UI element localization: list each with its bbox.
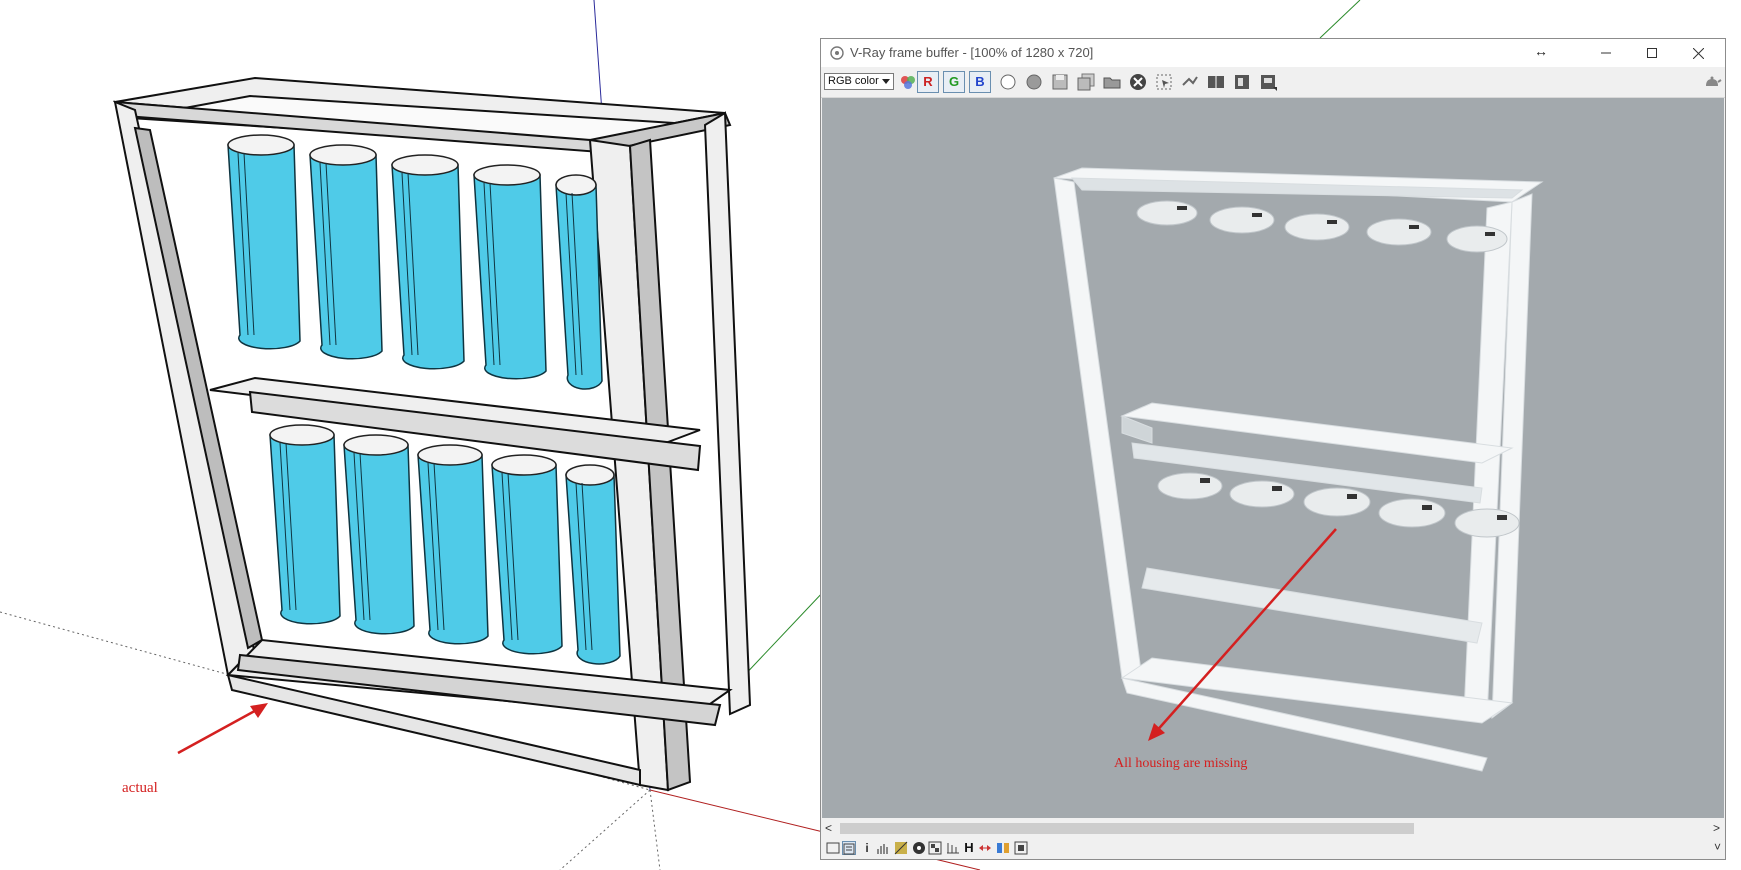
display-button[interactable]	[826, 841, 840, 855]
srgb-icon	[913, 842, 925, 854]
curves-icon	[979, 845, 991, 851]
vfb-toolbar: RGB color R G B	[821, 67, 1725, 98]
open-icon	[1103, 77, 1121, 89]
stamp-icon	[843, 843, 855, 855]
region-render-icon	[1156, 74, 1172, 90]
filter-cylinder	[555, 174, 603, 390]
channel-select[interactable]: RGB color	[824, 73, 894, 90]
hue-button[interactable]: H	[962, 841, 976, 855]
clear-button[interactable]	[1127, 71, 1149, 93]
histogram-button[interactable]	[876, 841, 890, 855]
maximize-button[interactable]	[1629, 39, 1675, 67]
filter-cylinder	[473, 164, 547, 380]
filter-cylinder	[565, 464, 621, 665]
chevron-down-icon	[882, 79, 890, 84]
actual-arrowhead	[250, 703, 268, 718]
save-button[interactable]	[1049, 71, 1071, 93]
missing-arrow	[1153, 528, 1337, 735]
save-all-icon	[1077, 73, 1095, 91]
filter-cylinder	[269, 424, 341, 625]
levels-button[interactable]	[946, 841, 960, 855]
scrollbar-thumb[interactable]	[840, 823, 1414, 834]
close-button[interactable]	[1675, 39, 1721, 67]
color-correction-icon	[901, 76, 915, 89]
srgb-button[interactable]	[912, 841, 926, 855]
horizontal-scrollbar[interactable]: < >	[822, 820, 1724, 837]
blue-axis-negative	[649, 789, 661, 870]
missing-label: All housing are missing	[1114, 756, 1248, 771]
render-button[interactable]	[1701, 71, 1723, 93]
filter-cylinder	[391, 154, 465, 370]
info-icon: i	[865, 841, 869, 855]
title-bar[interactable]: V-Ray frame buffer - [100% of 1280 x 720…	[821, 39, 1725, 67]
info-button[interactable]: i	[860, 841, 874, 855]
filter-cylinder	[343, 434, 415, 635]
scroll-left-arrow[interactable]: <	[825, 821, 832, 835]
actual-label: actual	[122, 780, 158, 796]
bottom-toolbar: i H ˅	[821, 838, 1725, 859]
histogram-icon	[877, 844, 888, 854]
link-to-viewport-button[interactable]	[1179, 71, 1201, 93]
red-channel-button[interactable]: R	[917, 71, 939, 93]
maximize-icon	[1647, 48, 1657, 58]
lens-effects-button[interactable]	[1257, 71, 1279, 93]
filter-cylinder	[309, 144, 383, 360]
compare-ab-icon	[1208, 76, 1224, 88]
stamp-button[interactable]	[842, 841, 856, 855]
curves-button[interactable]	[978, 841, 992, 855]
green-axis	[739, 589, 826, 681]
link-to-viewport-icon	[1182, 76, 1198, 86]
filter-cylinder	[417, 444, 489, 645]
exposure-icon	[928, 841, 942, 855]
vray-app-icon	[830, 46, 844, 60]
minimize-icon	[1601, 52, 1611, 54]
channel-select-value: RGB color	[828, 75, 879, 87]
region-render-button[interactable]	[1153, 71, 1175, 93]
pixel-button[interactable]	[996, 841, 1010, 855]
vray-frame-buffer-window[interactable]: V-Ray frame buffer - [100% of 1280 x 720…	[820, 38, 1726, 860]
minimize-button[interactable]	[1583, 39, 1629, 67]
filter-cylinder	[491, 454, 563, 655]
rendered-frame-image	[1053, 167, 1544, 772]
lens-effects-icon	[1261, 75, 1277, 91]
resize-cursor-icon: ↔	[1534, 43, 1548, 59]
settings-icon	[1014, 841, 1028, 855]
filter-cylinder	[227, 134, 301, 350]
open-button[interactable]	[1101, 71, 1123, 93]
save-icon	[1052, 74, 1068, 90]
track-mouse-button[interactable]	[997, 71, 1019, 93]
render-viewport[interactable]: All housing are missing	[822, 98, 1724, 818]
close-icon	[1692, 47, 1704, 59]
color-correction-button[interactable]	[897, 71, 919, 93]
clear-icon	[1130, 74, 1146, 90]
render-teapot-icon	[1706, 76, 1722, 86]
lut-button[interactable]	[894, 841, 908, 855]
actual-arrow	[177, 705, 263, 755]
track-mouse-icon	[1000, 74, 1016, 90]
lut-icon	[894, 841, 908, 855]
save-all-button[interactable]	[1075, 71, 1097, 93]
history-icon	[1235, 75, 1249, 89]
compare-ab-button[interactable]	[1205, 71, 1227, 93]
green-channel-button[interactable]: G	[943, 71, 965, 93]
display-icon	[826, 842, 840, 854]
green-axis-negative	[559, 789, 651, 870]
scroll-down-arrow[interactable]: ˅	[1714, 840, 1721, 854]
settings-button[interactable]	[1014, 841, 1028, 855]
window-title: V-Ray frame buffer - [100% of 1280 x 720…	[850, 45, 1094, 60]
history-button[interactable]	[1231, 71, 1253, 93]
exposure-button[interactable]	[928, 841, 942, 855]
pixel-icon	[997, 843, 1009, 853]
blue-channel-button[interactable]: B	[969, 71, 991, 93]
green-axis-far	[1319, 0, 1361, 39]
sphere-button[interactable]	[1023, 71, 1045, 93]
sphere-icon	[1026, 74, 1042, 90]
levels-icon	[947, 843, 959, 854]
scroll-right-arrow[interactable]: >	[1713, 821, 1720, 835]
